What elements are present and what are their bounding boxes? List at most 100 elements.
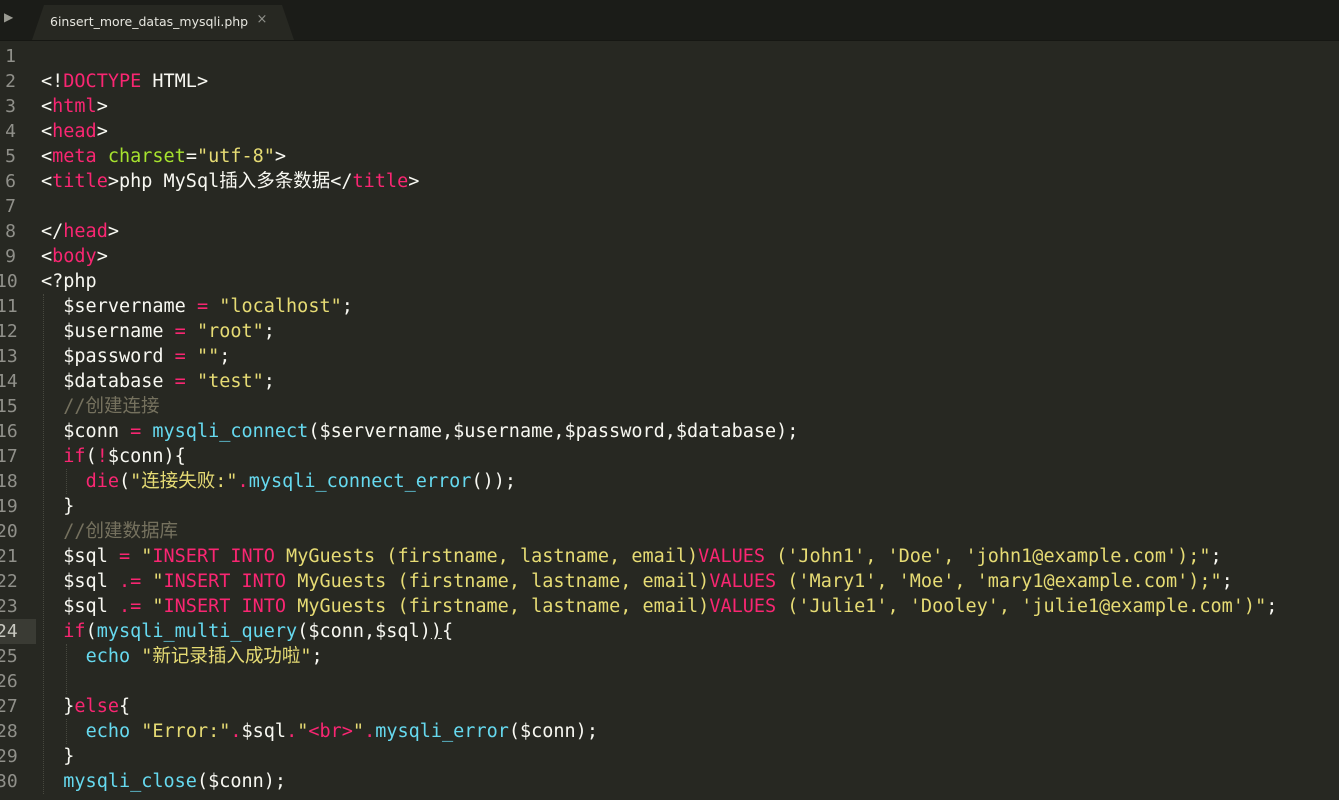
code-text: $sql .= "INSERT INTO MyGuests (firstname… <box>41 594 1277 619</box>
code-text: $username = "root"; <box>41 319 275 344</box>
code-token: = <box>174 371 186 392</box>
code-token: > <box>107 221 119 242</box>
code-token: VALUES <box>698 546 765 567</box>
code-token: title <box>52 171 108 192</box>
line-number: 27 <box>0 696 18 717</box>
code-token: ('Julie1', 'Dooley', 'julie1@example.com… <box>776 596 1267 617</box>
code-line[interactable]: 8 </head> <box>0 219 1339 244</box>
code-text: die("连接失败:".mysqli_connect_error()); <box>41 469 516 494</box>
line-number: 25 <box>0 646 18 667</box>
code-line[interactable]: 30 mysqli_close($conn); <box>0 769 1339 794</box>
code-line[interactable]: 27 }else{ <box>0 694 1339 719</box>
code-token: $servername <box>41 296 197 317</box>
code-line[interactable]: 7 <box>0 194 1339 219</box>
code-token: "" <box>196 346 220 367</box>
code-line[interactable]: 2 <!DOCTYPE HTML> <box>0 69 1339 94</box>
code-token: $sql <box>41 596 119 617</box>
code-token: MyGuests (firstname, lastname, email) <box>286 571 710 592</box>
code-text: }else{ <box>41 694 130 719</box>
code-token: > <box>107 171 119 192</box>
code-token: $database <box>41 371 175 392</box>
code-text: if(mysqli_multi_query($conn,$sql)){ <box>41 619 453 644</box>
code-text: //创建连接 <box>41 394 160 419</box>
code-line[interactable]: 23 $sql .= "INSERT INTO MyGuests (firstn… <box>0 594 1339 619</box>
tab-file[interactable]: 6insert_more_datas_mysqli.php × <box>32 5 294 40</box>
code-text: <meta charset="utf-8"> <box>41 144 286 169</box>
indent-guide <box>66 644 67 694</box>
code-token: mysqli_connect_error <box>248 471 472 492</box>
code-token: "Error:" <box>141 721 231 742</box>
code-token: } <box>41 496 75 517</box>
code-line[interactable]: 6 <title>php MySql插入多条数据</title> <box>0 169 1339 194</box>
code-text: $servername = "localhost"; <box>41 294 353 319</box>
code-text: <title>php MySql插入多条数据</title> <box>41 169 419 194</box>
code-line[interactable]: 18 die("连接失败:".mysqli_connect_error()); <box>0 469 1339 494</box>
code-text: </head> <box>41 219 119 244</box>
code-text: echo "Error:".$sql."<br>".mysqli_error($… <box>41 719 598 744</box>
code-token: ($conn,$sql) <box>297 621 431 642</box>
code-line[interactable]: 17 if(!$conn){ <box>0 444 1339 469</box>
code-token: = <box>130 421 142 442</box>
code-line[interactable]: 10 <?php <box>0 269 1339 294</box>
code-token: $sql <box>41 571 119 592</box>
code-token: . <box>364 721 376 742</box>
code-token: if <box>63 621 86 642</box>
line-number: 14 <box>0 371 18 392</box>
code-editor[interactable]: 1 2 <!DOCTYPE HTML> 3 <html> 4 <head> 5 <meta ch… <box>0 44 1339 800</box>
code-token: </ <box>330 171 353 192</box>
code-line[interactable]: 16 $conn = mysqli_connect($servername,$u… <box>0 419 1339 444</box>
code-line[interactable]: 3 <html> <box>0 94 1339 119</box>
code-line[interactable]: 29 } <box>0 744 1339 769</box>
code-token: . <box>286 721 298 742</box>
code-token: } <box>41 746 75 767</box>
code-token: ! <box>96 446 108 467</box>
code-line[interactable]: 1 <box>0 44 1339 69</box>
code-line[interactable]: 21 $sql = "INSERT INTO MyGuests (firstna… <box>0 544 1339 569</box>
code-token: head <box>63 221 108 242</box>
code-line[interactable]: 26 <box>0 669 1339 694</box>
code-token: MyGuests (firstname, lastname, email) <box>274 546 699 567</box>
code-token: ( <box>118 471 131 492</box>
code-token: if <box>63 446 86 467</box>
code-token: < <box>41 96 53 117</box>
code-token: </ <box>41 221 64 242</box>
code-token: ; <box>219 346 231 367</box>
sidebar-toggle-icon[interactable]: ▶ <box>4 10 14 24</box>
code-line[interactable]: 9 <body> <box>0 244 1339 269</box>
code-token: ; <box>1221 571 1233 592</box>
code-line[interactable]: 25 echo "新记录插入成功啦"; <box>0 644 1339 669</box>
code-token: title <box>352 171 409 192</box>
tab-title: 6insert_more_datas_mysqli.php <box>50 14 249 29</box>
code-line[interactable]: 5 <meta charset="utf-8"> <box>0 144 1339 169</box>
code-line[interactable]: 12 $username = "root"; <box>0 319 1339 344</box>
code-token: <br> <box>308 721 353 742</box>
code-text: $conn = mysqli_connect($servername,$user… <box>41 419 798 444</box>
code-line[interactable]: 11 $servername = "localhost"; <box>0 294 1339 319</box>
code-line[interactable]: 28 echo "Error:".$sql."<br>".mysqli_erro… <box>0 719 1339 744</box>
code-token: $password <box>41 346 175 367</box>
code-line[interactable]: 14 $database = "test"; <box>0 369 1339 394</box>
code-text: <body> <box>41 244 108 269</box>
code-line[interactable]: 13 $password = ""; <box>0 344 1339 369</box>
code-text: $database = "test"; <box>41 369 275 394</box>
code-line[interactable]: 22 $sql .= "INSERT INTO MyGuests (firstn… <box>0 569 1339 594</box>
code-line[interactable]: 4 <head> <box>0 119 1339 144</box>
code-line[interactable]: 24 if(mysqli_multi_query($conn,$sql)){ <box>0 619 1339 644</box>
code-token: //创建连接 <box>63 396 160 417</box>
code-line[interactable]: 19 } <box>0 494 1339 519</box>
code-line[interactable]: 15 //创建连接 <box>0 394 1339 419</box>
code-token: ($conn); <box>508 721 598 742</box>
code-token: = <box>174 346 186 367</box>
close-icon[interactable]: × <box>254 12 270 28</box>
code-line[interactable]: 20 //创建数据库 <box>0 519 1339 544</box>
code-token: INSERT INTO <box>163 571 287 592</box>
code-token: < <box>41 146 53 167</box>
